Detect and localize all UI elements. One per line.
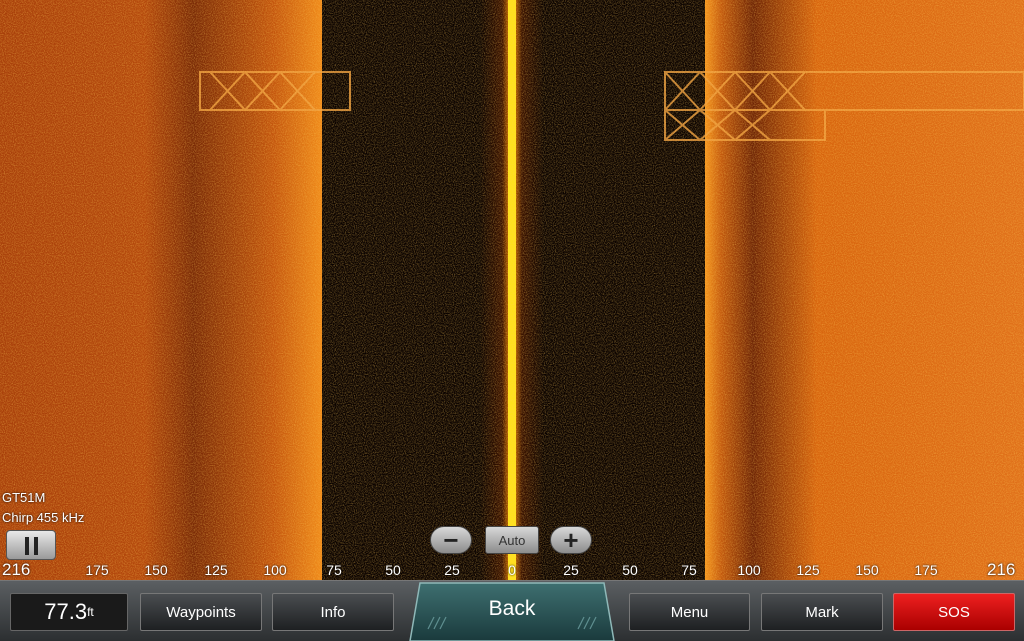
range-scale-left-end: 216 [2, 560, 31, 579]
zoom-out-button[interactable]: − [430, 525, 472, 555]
transducer-label: GT51M [2, 490, 46, 505]
back-button[interactable]: Back [408, 577, 616, 641]
sidescan-sonar-view[interactable] [0, 0, 1024, 580]
info-button[interactable]: Info [272, 593, 394, 631]
range-tick: 125 [796, 562, 820, 578]
sos-button[interactable]: SOS [893, 593, 1015, 631]
mark-button[interactable]: Mark [761, 593, 883, 631]
range-tick: 50 [385, 562, 401, 578]
zoom-in-button[interactable]: + [550, 525, 592, 555]
range-tick: 25 [444, 562, 460, 578]
range-tick: 150 [144, 562, 168, 578]
range-tick: 125 [204, 562, 228, 578]
back-label: Back [488, 597, 536, 620]
zoom-auto-button[interactable]: Auto [485, 526, 539, 554]
range-tick: 175 [914, 562, 938, 578]
range-scale-right-end: 216 [987, 560, 1016, 579]
waypoints-button[interactable]: Waypoints [140, 593, 262, 631]
range-tick: 100 [737, 562, 761, 578]
bottom-toolbar: 77.3 ft Waypoints Info Back Menu Mark SOS [0, 580, 1024, 641]
range-tick: 50 [622, 562, 638, 578]
depth-value: 77.3 [44, 599, 88, 624]
depth-readout[interactable]: 77.3 ft [10, 593, 128, 631]
range-tick: 25 [563, 562, 579, 578]
range-tick: 175 [85, 562, 109, 578]
frequency-label: Chirp 455 kHz [2, 510, 85, 525]
depth-unit: ft [87, 605, 94, 619]
sonar-image [0, 0, 1024, 580]
range-tick-center: 0 [508, 562, 516, 578]
range-tick: 100 [263, 562, 287, 578]
range-tick: 75 [326, 562, 342, 578]
pause-button[interactable] [6, 530, 56, 560]
range-tick: 150 [855, 562, 879, 578]
range-tick: 75 [681, 562, 697, 578]
menu-button[interactable]: Menu [629, 593, 750, 631]
